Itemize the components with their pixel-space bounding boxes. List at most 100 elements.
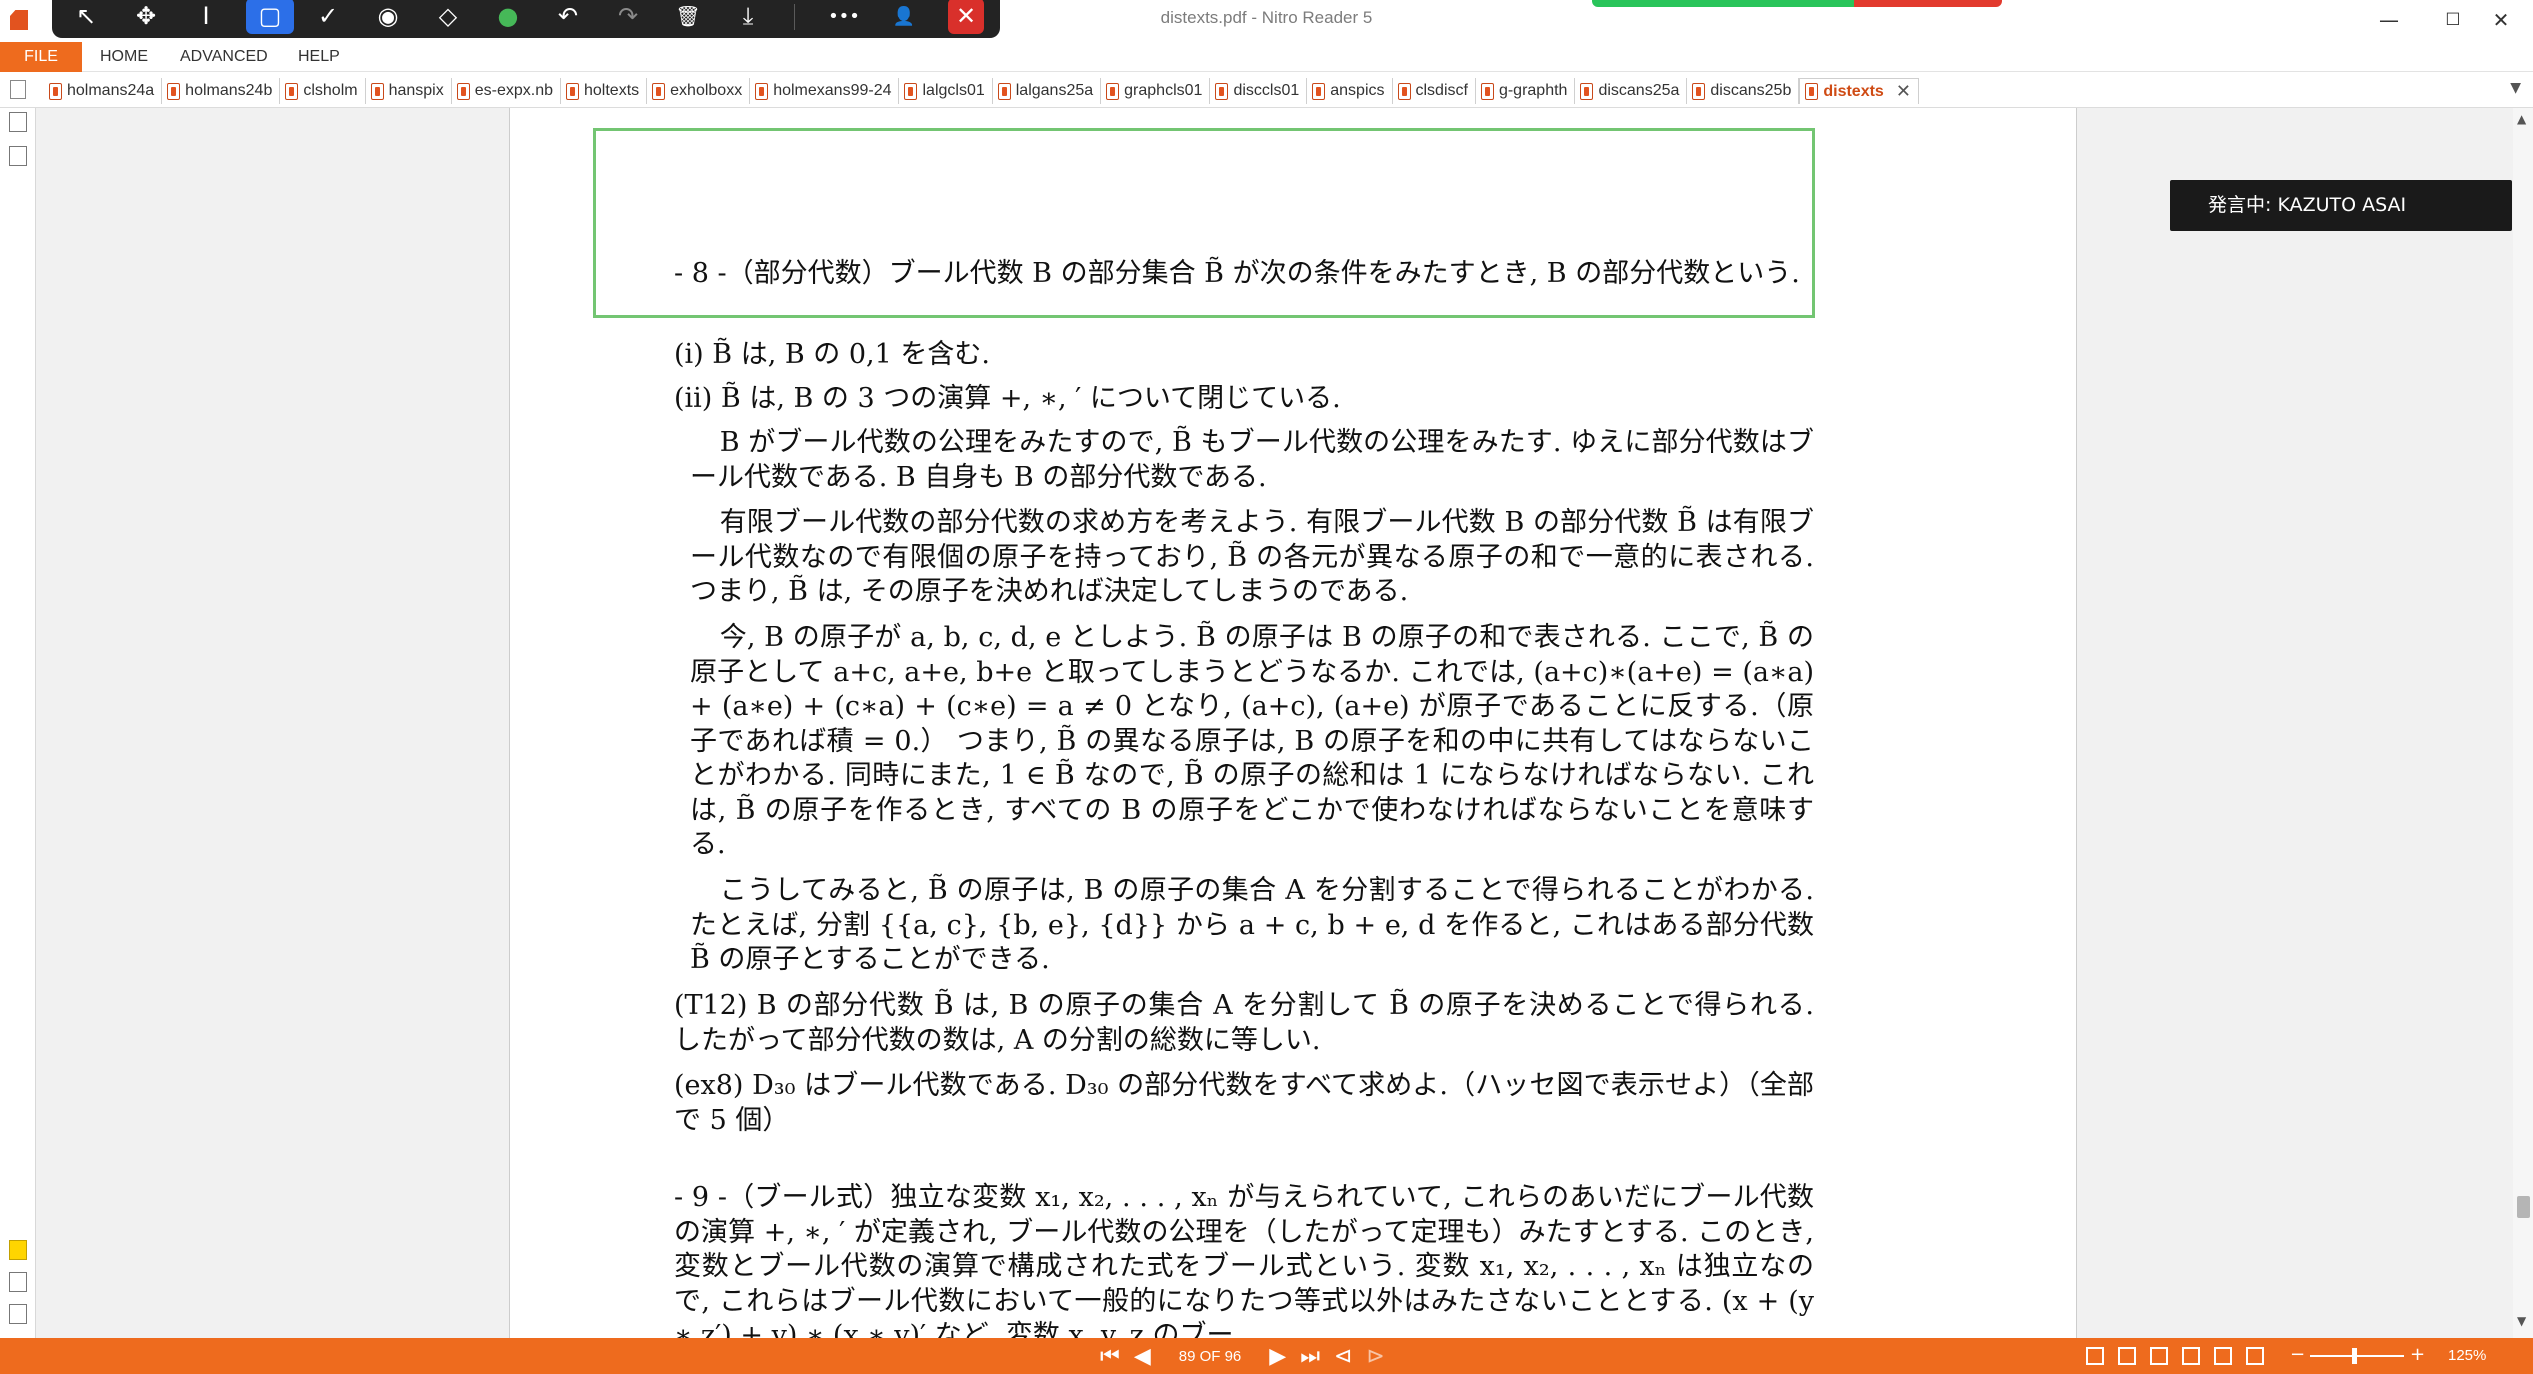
zoom-slider-track[interactable] bbox=[2310, 1355, 2404, 1357]
tab-list-icon[interactable] bbox=[10, 80, 26, 99]
tab-label: clsholm bbox=[303, 82, 358, 99]
output-panel-icon[interactable] bbox=[9, 1304, 27, 1324]
tab-hanspix[interactable]: hanspix bbox=[366, 78, 452, 104]
tab-lalgans25a[interactable]: lalgans25a bbox=[993, 78, 1102, 104]
minimize-button[interactable]: — bbox=[2357, 2, 2421, 38]
scroll-down-icon[interactable]: ▼ bbox=[2517, 1314, 2526, 1328]
menu-file[interactable]: FILE bbox=[0, 42, 82, 72]
section-9-paragraph: - 9 -（ブール式）独立な変数 x₁, x₂, . . . , xₙ が与えら… bbox=[674, 1182, 1814, 1338]
color-icon[interactable]: ● bbox=[488, 0, 528, 34]
paragraph-subalgebra-axioms: B がブール代数の公理をみたすので, B̃ もブール代数の公理をみたす. ゆえに… bbox=[690, 427, 1814, 493]
scrollbar-thumb[interactable] bbox=[2517, 1196, 2530, 1218]
facing-view-icon[interactable] bbox=[2150, 1347, 2168, 1365]
pdf-file-icon bbox=[566, 82, 579, 100]
tab-label: anspics bbox=[1330, 82, 1385, 99]
paragraph-finite-subalgebra: 有限ブール代数の部分代数の求め方を考えよう. 有限ブール代数 B の部分代数 B… bbox=[690, 507, 1814, 607]
tab-holmans24a[interactable]: holmans24a bbox=[44, 78, 163, 104]
redo-icon[interactable]: ↷ bbox=[608, 0, 648, 34]
close-tab-icon[interactable]: ✕ bbox=[1896, 81, 1911, 102]
text-cursor-icon[interactable]: I bbox=[186, 0, 226, 34]
tab-label: holmexans99-24 bbox=[773, 82, 892, 99]
continuous-view-icon[interactable] bbox=[2118, 1347, 2136, 1365]
pdf-file-icon bbox=[755, 82, 769, 100]
first-page-icon[interactable]: ⏮ bbox=[1100, 1344, 1120, 1369]
tab-label: g-graphth bbox=[1498, 82, 1568, 99]
scroll-up-icon[interactable]: ▲ bbox=[2517, 112, 2526, 126]
left-rail bbox=[0, 108, 36, 1338]
tab-disccls01[interactable]: disccls01 bbox=[1210, 78, 1308, 104]
tab-lalgcls01[interactable]: lalgcls01 bbox=[899, 78, 993, 104]
tab-label: exholboxx bbox=[670, 82, 743, 99]
move-icon[interactable]: ✥ bbox=[126, 0, 166, 34]
pdf-file-icon bbox=[1692, 82, 1706, 100]
zoom-out-button[interactable]: − bbox=[2290, 1344, 2305, 1365]
condition-ii: (ii) B̃ は, B の 3 つの演算 +, ∗, ′ について閉じている. bbox=[674, 383, 1341, 414]
undo-icon[interactable]: ↶ bbox=[548, 0, 588, 34]
tab-exholboxx[interactable]: exholboxx bbox=[647, 78, 751, 104]
delete-icon[interactable]: 🗑 bbox=[668, 0, 708, 34]
fit-width-icon[interactable] bbox=[2214, 1347, 2232, 1365]
menu-home[interactable]: HOME bbox=[100, 48, 148, 66]
chevron-down-icon[interactable]: ▼ bbox=[2510, 80, 2521, 96]
document-tab-strip: holmans24a holmans24b clsholm hanspix es-exp… bbox=[0, 72, 2533, 108]
last-page-icon[interactable]: ⏭ bbox=[1300, 1344, 1320, 1369]
zoom-slider-thumb[interactable] bbox=[2352, 1348, 2357, 1364]
vertical-scrollbar[interactable]: ▲ ▼ bbox=[2513, 108, 2533, 1338]
tab-g-graphth[interactable]: g-graphth bbox=[1476, 78, 1576, 104]
tab-graphcls01[interactable]: graphcls01 bbox=[1101, 78, 1211, 104]
forward-view-icon[interactable]: ⊳ bbox=[1366, 1344, 1384, 1369]
tab-label: graphcls01 bbox=[1124, 82, 1203, 99]
previous-page-icon[interactable]: ◀ bbox=[1134, 1344, 1151, 1369]
tab-label: discans25a bbox=[1598, 82, 1680, 99]
facing-continuous-view-icon[interactable] bbox=[2182, 1347, 2200, 1365]
user-icon[interactable]: 👤 bbox=[884, 0, 924, 34]
single-page-view-icon[interactable] bbox=[2086, 1347, 2104, 1365]
toolbar-divider bbox=[794, 4, 795, 30]
pdf-file-icon bbox=[1480, 82, 1494, 100]
exercise-ex8: (ex8) D₃₀ はブール代数である. D₃₀ の部分代数をすべて求めよ.（ハ… bbox=[674, 1070, 1814, 1136]
condition-i: (i) B̃ は, B の 0,1 を含む. bbox=[674, 339, 990, 370]
zoom-in-button[interactable]: + bbox=[2410, 1344, 2425, 1365]
next-page-icon[interactable]: ▶ bbox=[1269, 1344, 1286, 1369]
tab-holmans24b[interactable]: holmans24b bbox=[162, 78, 281, 104]
pages-panel-icon[interactable] bbox=[9, 112, 27, 132]
tab-label: holmans24b bbox=[185, 82, 273, 99]
tab-discans25a[interactable]: discans25a bbox=[1575, 78, 1688, 104]
tab-anspics[interactable]: anspics bbox=[1307, 78, 1393, 104]
tab-clsholm[interactable]: clsholm bbox=[280, 78, 366, 104]
tab-es-expx-nb[interactable]: es-expx.nb bbox=[452, 78, 561, 104]
stamp-icon[interactable]: ◉ bbox=[368, 0, 408, 34]
tab-label: es-expx.nb bbox=[474, 82, 553, 99]
pdf-file-icon bbox=[1106, 82, 1120, 100]
close-icon[interactable]: ✕ bbox=[948, 0, 984, 34]
menu-advanced[interactable]: ADVANCED bbox=[180, 48, 268, 66]
more-icon[interactable]: ••• bbox=[824, 0, 864, 34]
check-icon[interactable]: ✓ bbox=[308, 0, 348, 34]
pdf-file-icon bbox=[1580, 82, 1594, 100]
tab-label: holmans24a bbox=[67, 82, 155, 99]
save-icon[interactable]: ⤓ bbox=[728, 0, 768, 34]
back-view-icon[interactable]: ⊲ bbox=[1334, 1344, 1352, 1369]
close-window-button[interactable]: ✕ bbox=[2469, 2, 2533, 38]
full-screen-icon[interactable] bbox=[2246, 1347, 2264, 1365]
comments-panel-icon[interactable] bbox=[9, 1240, 27, 1260]
rectangle-icon[interactable]: ▢ bbox=[246, 0, 294, 34]
pdf-file-icon bbox=[456, 82, 470, 100]
tab-label: lalgcls01 bbox=[922, 82, 985, 99]
page-indicator[interactable]: 89 OF 96 bbox=[1179, 1348, 1242, 1365]
tab-label: discans25b bbox=[1710, 82, 1792, 99]
pdf-file-icon bbox=[370, 82, 384, 100]
tab-label: holtexts bbox=[584, 82, 640, 99]
rectangle-annotation[interactable] bbox=[593, 128, 1815, 318]
tab-clsdiscf[interactable]: clsdiscf bbox=[1393, 78, 1476, 104]
tab-holmexans99-24[interactable]: holmexans99-24 bbox=[750, 78, 900, 104]
eraser-icon[interactable]: ◇ bbox=[428, 0, 468, 34]
tab-distexts[interactable]: distexts ✕ bbox=[1799, 78, 1919, 104]
tab-holtexts[interactable]: holtexts bbox=[561, 78, 648, 104]
select-arrow-icon[interactable]: ↖ bbox=[66, 0, 106, 34]
menu-help[interactable]: HELP bbox=[298, 48, 340, 66]
zoom-level[interactable]: 125% bbox=[2448, 1347, 2486, 1364]
status-bar: ⏮ ◀ 89 OF 96 ▶ ⏭ ⊲ ⊳ − + 125% bbox=[0, 1338, 2533, 1374]
tab-discans25b[interactable]: discans25b bbox=[1687, 78, 1800, 104]
attachments-panel-icon[interactable] bbox=[9, 1272, 27, 1292]
